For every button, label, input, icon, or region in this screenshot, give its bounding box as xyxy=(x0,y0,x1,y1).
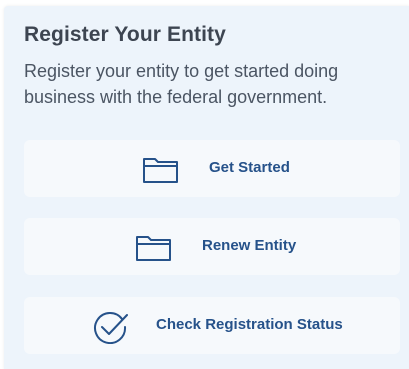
check-circle-icon xyxy=(90,310,130,345)
panel-description: Register your entity to get started doin… xyxy=(24,61,339,107)
folder-icon xyxy=(141,153,181,185)
folder-icon xyxy=(134,231,174,263)
get-started-button[interactable]: Get Started xyxy=(24,140,400,197)
renew-entity-label: Renew Entity xyxy=(202,237,297,254)
renew-entity-button[interactable]: Renew Entity xyxy=(24,218,400,275)
get-started-label: Get Started xyxy=(209,159,290,176)
check-registration-status-button[interactable]: Check Registration Status xyxy=(24,297,400,354)
register-entity-panel: Register Your Entity Register your entit… xyxy=(4,6,409,369)
check-registration-status-label: Check Registration Status xyxy=(156,316,343,333)
panel-title: Register Your Entity xyxy=(24,23,226,46)
